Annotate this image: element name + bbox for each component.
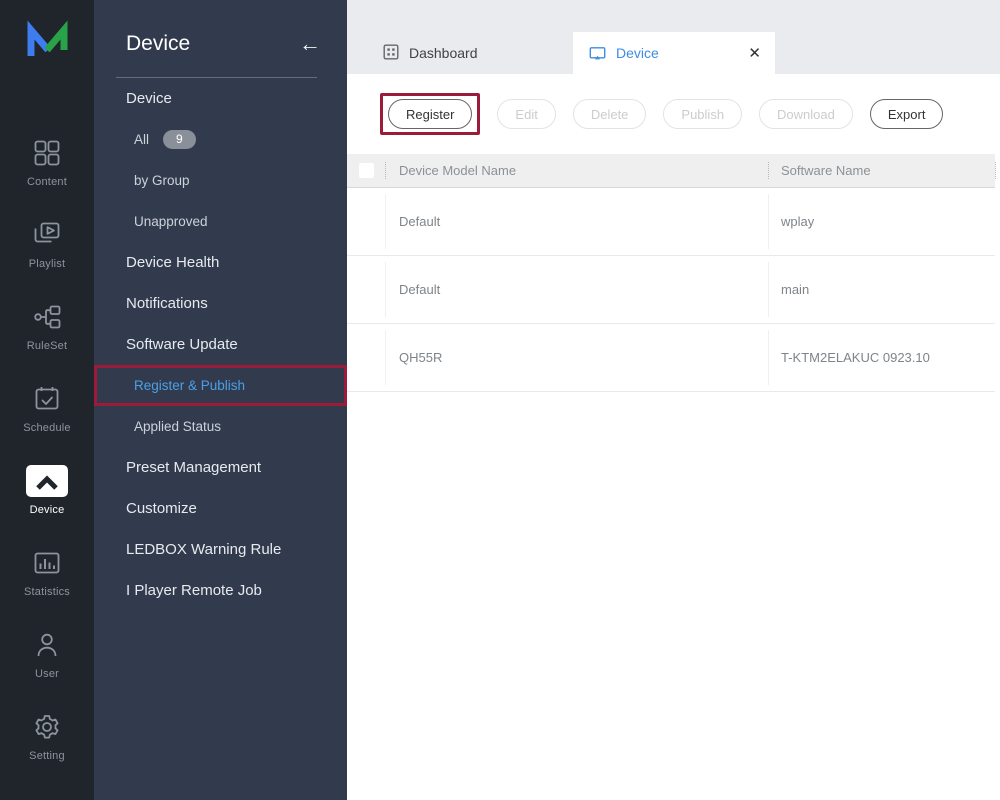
cell-software-name: T-KTM2ELAKUC 0923.10 xyxy=(768,324,995,391)
rail-item-device[interactable]: Device xyxy=(0,462,94,544)
edit-button: Edit xyxy=(497,99,555,129)
sidebar-item-preset-management[interactable]: Preset Management xyxy=(94,447,347,488)
sidebar-item-i-player-remote-job[interactable]: I Player Remote Job xyxy=(94,570,347,611)
device-toolbar: Register Edit Delete Publish Download Ex… xyxy=(347,74,1000,154)
select-all-checkbox[interactable] xyxy=(359,163,374,178)
device-sidebar: Device ← Device All 9 by Group Unapprove… xyxy=(94,0,347,800)
cell-software-name: wplay xyxy=(768,188,995,255)
rail-item-playlist[interactable]: Playlist xyxy=(0,216,94,298)
main-content: Dashboard Device ✕ Register Edit Delete … xyxy=(347,0,1000,800)
rail-item-label: Content xyxy=(27,176,67,188)
close-tab-icon[interactable]: ✕ xyxy=(748,32,761,74)
sidebar-item-device[interactable]: Device xyxy=(94,78,347,119)
rail-item-label: Device xyxy=(30,504,65,516)
playlist-icon xyxy=(31,216,63,254)
rail-item-content[interactable]: Content xyxy=(0,134,94,216)
delete-button: Delete xyxy=(573,99,647,129)
sidebar-item-unapproved[interactable]: Unapproved xyxy=(94,201,347,242)
sidebar-item-device-health[interactable]: Device Health xyxy=(94,242,347,283)
register-button[interactable]: Register xyxy=(388,99,472,129)
sidebar-item-customize[interactable]: Customize xyxy=(94,488,347,529)
rail-item-label: Playlist xyxy=(29,258,65,270)
cell-software-name: main xyxy=(768,256,995,323)
download-button: Download xyxy=(759,99,853,129)
rail-item-schedule[interactable]: Schedule xyxy=(0,380,94,462)
cell-device-model-name: Default xyxy=(385,188,768,255)
table-row[interactable]: Default main xyxy=(347,256,995,324)
magicinfo-m-icon xyxy=(23,19,71,61)
table-header: Device Model Name Software Name xyxy=(347,154,995,188)
rail-item-ruleset[interactable]: RuleSet xyxy=(0,298,94,380)
annotation-box-register: Register xyxy=(380,93,480,135)
software-table: Device Model Name Software Name Default … xyxy=(347,154,995,392)
sidebar-item-register-and-publish[interactable]: Register & Publish xyxy=(94,365,347,406)
rail-item-label: Setting xyxy=(29,750,65,762)
rail-item-label: Schedule xyxy=(23,422,70,434)
content-grid-icon xyxy=(31,134,63,172)
sidebar-item-notifications[interactable]: Notifications xyxy=(94,283,347,324)
tab-label: Dashboard xyxy=(409,45,478,61)
publish-button: Publish xyxy=(663,99,742,129)
setting-gear-icon xyxy=(31,708,63,746)
user-person-icon xyxy=(31,626,63,664)
table-row[interactable]: QH55R T-KTM2ELAKUC 0923.10 xyxy=(347,324,995,392)
sidebar-item-by-group[interactable]: by Group xyxy=(94,160,347,201)
export-button[interactable]: Export xyxy=(870,99,944,129)
device-count-badge: 9 xyxy=(163,130,196,149)
table-row[interactable]: Default wplay xyxy=(347,188,995,256)
header-checkbox-cell xyxy=(347,163,385,178)
column-header-device-model-name[interactable]: Device Model Name xyxy=(385,154,768,187)
icon-rail: Content Playlist RuleSet xyxy=(0,0,94,800)
sidebar-menu: Device All 9 by Group Unapproved Device … xyxy=(94,78,347,611)
app-logo[interactable] xyxy=(23,19,71,66)
sidebar-title: Device xyxy=(126,31,190,57)
cell-device-model-name: QH55R xyxy=(385,324,768,391)
device-monitor-icon xyxy=(589,45,606,62)
rail-item-setting[interactable]: Setting xyxy=(0,708,94,790)
tab-device[interactable]: Device ✕ xyxy=(573,32,775,74)
ruleset-icon xyxy=(31,298,63,336)
tab-bar: Dashboard Device ✕ xyxy=(347,0,1000,74)
column-header-software-name[interactable]: Software Name xyxy=(768,154,995,187)
sidebar-item-all[interactable]: All 9 xyxy=(94,119,347,160)
device-display-icon xyxy=(24,462,70,500)
rail-item-label: RuleSet xyxy=(27,340,68,352)
rail-nav: Content Playlist RuleSet xyxy=(0,134,94,790)
statistics-chart-icon xyxy=(31,544,63,582)
schedule-calendar-icon xyxy=(31,380,63,418)
sidebar-item-software-update[interactable]: Software Update xyxy=(94,324,347,365)
cell-device-model-name: Default xyxy=(385,256,768,323)
sidebar-item-ledbox-warning-rule[interactable]: LEDBOX Warning Rule xyxy=(94,529,347,570)
rail-item-label: User xyxy=(35,668,59,680)
rail-item-label: Statistics xyxy=(24,586,70,598)
tab-label: Device xyxy=(616,45,659,61)
collapse-sidebar-icon[interactable]: ← xyxy=(299,33,321,55)
rail-item-statistics[interactable]: Statistics xyxy=(0,544,94,626)
table-body: Default wplay Default main QH55R T-KTM2E… xyxy=(347,188,995,392)
tab-dashboard[interactable]: Dashboard xyxy=(383,32,478,74)
sidebar-item-applied-status[interactable]: Applied Status xyxy=(94,406,347,447)
dashboard-icon xyxy=(383,44,399,63)
rail-item-user[interactable]: User xyxy=(0,626,94,708)
